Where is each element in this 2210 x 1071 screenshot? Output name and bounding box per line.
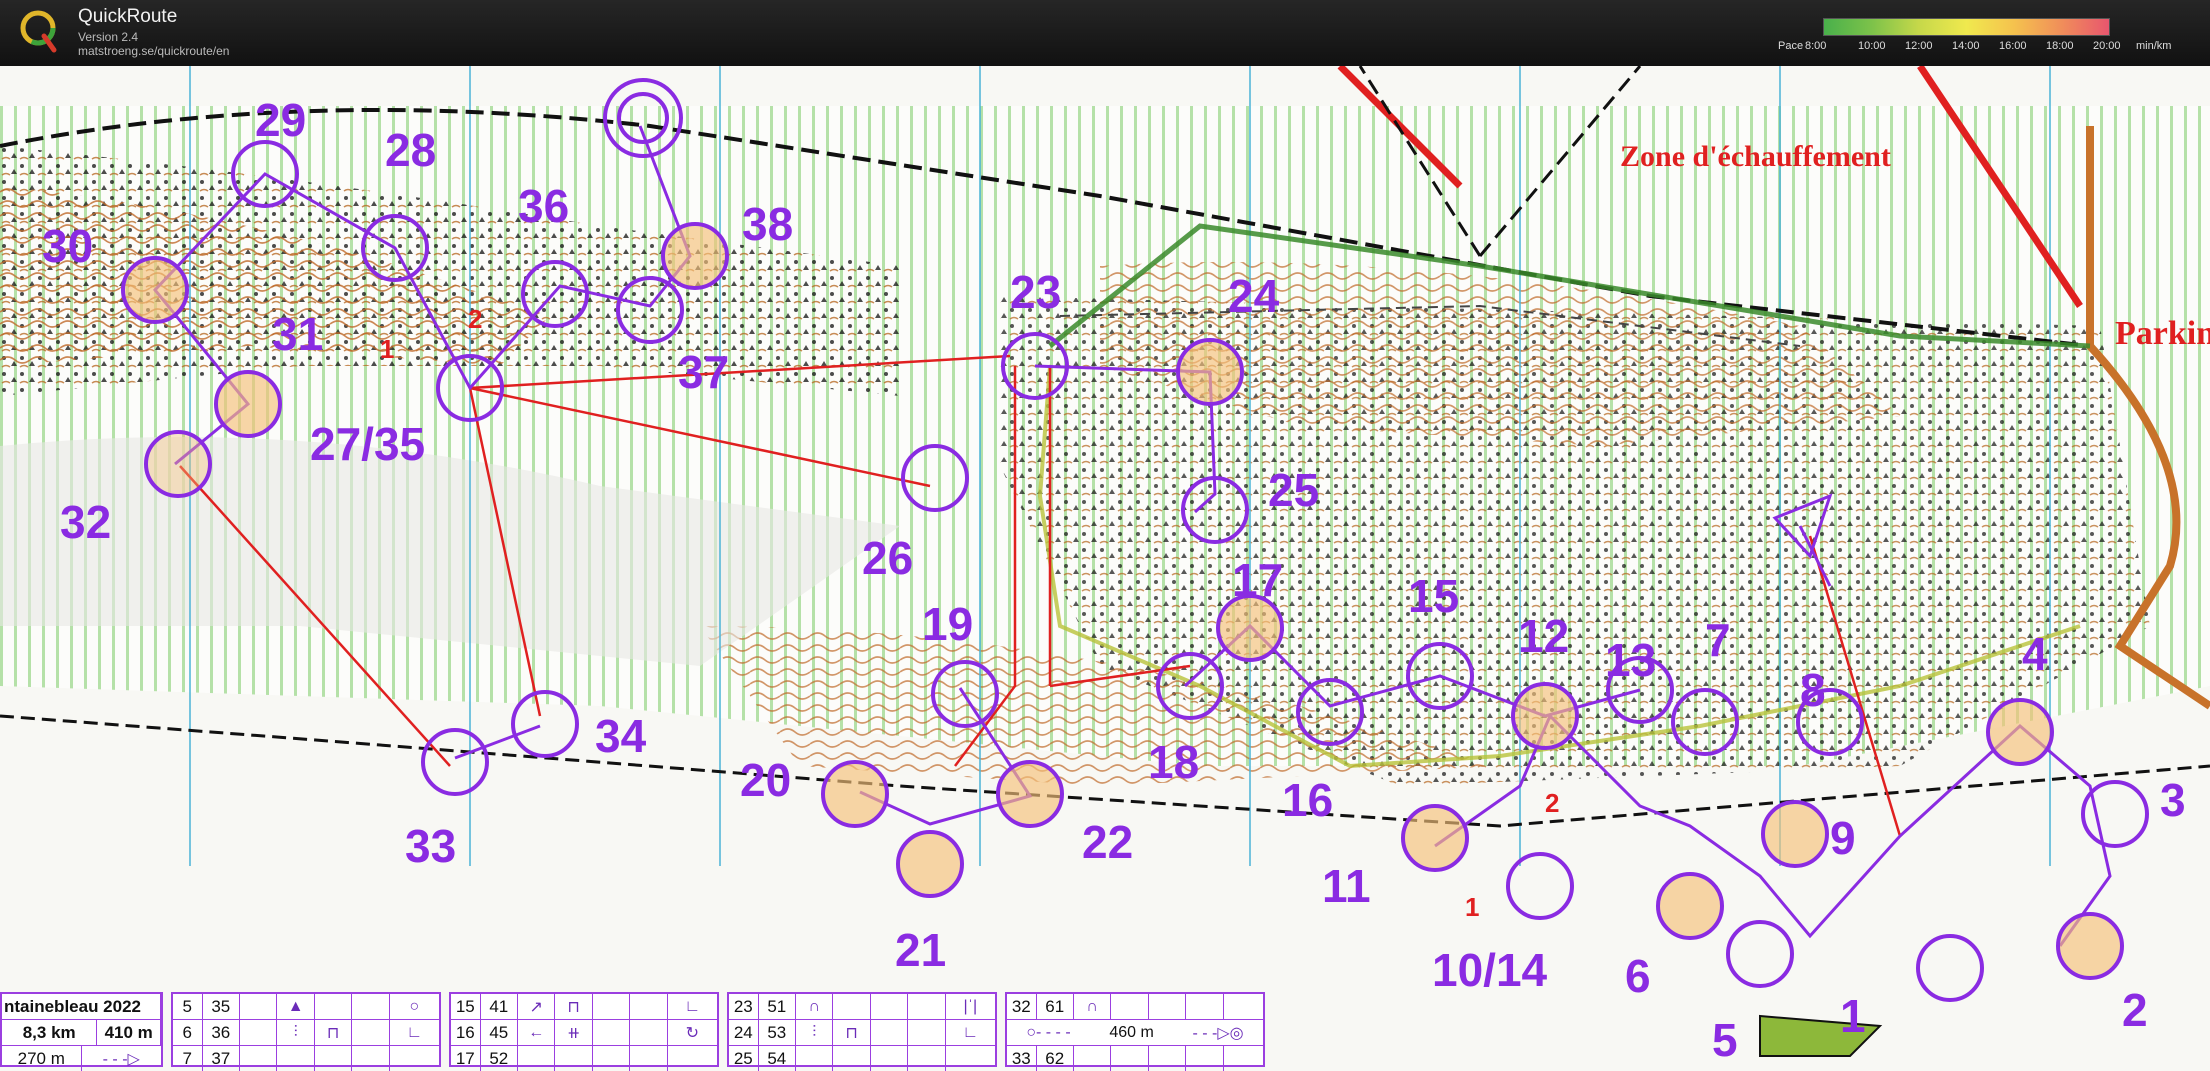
description-column-4: 32 61 ∩ ○- - - -460 m- - -▷◎ 33 62 <box>1005 992 1265 1071</box>
control-number: 25 <box>1268 464 1319 516</box>
control-number: 10/14 <box>1432 944 1548 996</box>
course-length: 8,3 km <box>2 1020 98 1045</box>
finish-distance: 460 m <box>1109 1023 1154 1041</box>
control-number: 24 <box>1228 270 1280 322</box>
hill-icon: ∩ <box>796 994 834 1019</box>
control-number: 2 <box>2122 984 2148 1036</box>
orienteering-map[interactable]: 1 2 1 2 Zone d'échauffement Parking 1 2 … <box>0 66 2210 1071</box>
refresh-icon: ↻ <box>685 1024 700 1042</box>
control-number: 19 <box>922 598 973 650</box>
control-number: 5 <box>1712 1014 1738 1066</box>
control-number: 29 <box>255 94 306 146</box>
gap-icon: |ˈ| <box>963 997 978 1015</box>
description-column-2: 15 41 ↗ ⊓ ∟ 16 45 ← ⧺ ↻ 17 52 <box>449 992 719 1071</box>
bars-icon: ⫶ <box>277 1020 315 1045</box>
app-title: QuickRoute <box>78 6 178 27</box>
control-number: 31 <box>272 308 323 360</box>
partial-distance: 270 m <box>2 1046 82 1071</box>
map-canvas[interactable]: 1 2 1 2 Zone d'échauffement Parking 1 2 … <box>0 66 2210 1071</box>
control-description-sheet: ntainebleau 2022 8,3 km 410 m 270 m - - … <box>0 992 1273 1071</box>
pace-tick: 10:00 <box>1858 40 1886 52</box>
rail-icon: ⊓ <box>315 1020 353 1045</box>
rail-icon: ⊓ <box>833 1020 871 1045</box>
control-number: 22 <box>1082 816 1133 868</box>
control-number: 21 <box>895 924 946 976</box>
triangle-icon: ▲ <box>277 994 315 1019</box>
finish-route-row: ○- - - - 460 m - - -▷◎ <box>1007 1020 1263 1045</box>
hill-icon: ∩ <box>1074 994 1112 1019</box>
control-number: 20 <box>740 754 791 806</box>
control-number: 6 <box>1625 950 1651 1002</box>
pace-tick: 14:00 <box>1952 40 1980 52</box>
pace-color-bar <box>1823 18 2110 36</box>
app-version: Version 2.4 <box>78 30 139 44</box>
zone-label: Zone d'échauffement <box>1620 140 1891 173</box>
control-number: 15 <box>1408 570 1459 622</box>
control-number: 13 <box>1605 634 1656 686</box>
course-climb: 410 m <box>97 1020 161 1045</box>
finish-start-icon: ○- - - - <box>1026 1023 1071 1041</box>
title-bar: QuickRoute Version 2.4 matstroeng.se/qui… <box>0 0 2210 66</box>
circle-icon: ○ <box>409 997 420 1015</box>
event-title: ntainebleau 2022 <box>2 994 161 1019</box>
control-number: 17 <box>1232 554 1283 606</box>
control-number: 32 <box>60 496 111 548</box>
control-number: 3 <box>2160 774 2186 826</box>
quickroute-logo-icon <box>20 10 57 53</box>
bars-icon: ⫶ <box>796 1020 834 1045</box>
control-number: 18 <box>1148 736 1199 788</box>
pace-scale: Pace 8:00 10:00 12:00 14:00 16:00 18:00 … <box>1778 18 2206 58</box>
pace-tick: 18:00 <box>2046 40 2074 52</box>
pace-label: Pace <box>1778 40 1804 52</box>
control-number: 23 <box>1010 266 1061 318</box>
description-column-3: 23 51 ∩ |ˈ| 24 53 ⫶ ⊓ ∟ 25 54 <box>727 992 997 1071</box>
control-number: 7 <box>1705 614 1731 666</box>
corner-icon: ∟ <box>962 1023 979 1041</box>
rail-icon: ⊓ <box>555 994 593 1019</box>
arrow-left-icon: ← <box>518 1020 556 1045</box>
route-marker: 2 <box>1545 788 1559 818</box>
control-number: 26 <box>862 532 913 584</box>
corner-icon: ∟ <box>684 997 701 1015</box>
control-number: 4 <box>2022 628 2048 680</box>
fence-icon: ⧺ <box>555 1020 593 1045</box>
control-number: 37 <box>678 346 729 398</box>
control-number: 36 <box>518 180 569 232</box>
pace-tick: 16:00 <box>1999 40 2027 52</box>
control-number: 34 <box>595 710 647 762</box>
control-number: 16 <box>1282 774 1333 826</box>
control-number: 30 <box>42 220 93 272</box>
pace-unit: min/km <box>2136 40 2172 52</box>
control-number: 38 <box>742 198 793 250</box>
description-column-1: 5 35 ▲ ○ 6 36 ⫶ ⊓ ∟ 7 37 <box>171 992 441 1071</box>
control-number: 33 <box>405 820 456 872</box>
event-info-block: ntainebleau 2022 8,3 km 410 m 270 m - - … <box>0 992 163 1071</box>
app-url[interactable]: matstroeng.se/quickroute/en <box>78 44 229 58</box>
control-number: 1 <box>1840 990 1866 1042</box>
control-number: 8 <box>1800 664 1826 716</box>
finish-end-icon: - - -▷◎ <box>1192 1024 1244 1042</box>
pace-tick: 12:00 <box>1905 40 1933 52</box>
control-number: 11 <box>1322 860 1371 912</box>
route-marker: 1 <box>1465 892 1479 922</box>
control-number: 28 <box>385 124 436 176</box>
control-number: 12 <box>1518 610 1569 662</box>
pace-tick: 20:00 <box>2093 40 2121 52</box>
pace-tick: 8:00 <box>1805 40 1827 52</box>
control-number: 27/35 <box>310 418 425 470</box>
route-marker: 1 <box>380 334 394 364</box>
route-marker: 2 <box>468 304 482 334</box>
control-number: 9 <box>1830 812 1856 864</box>
arrow-ne-icon: ↗ <box>518 994 556 1019</box>
parking-label: Parking <box>2115 315 2210 352</box>
corner-icon: ∟ <box>406 1023 423 1041</box>
dashed-arrow-icon: - - -▷ <box>102 1050 140 1068</box>
